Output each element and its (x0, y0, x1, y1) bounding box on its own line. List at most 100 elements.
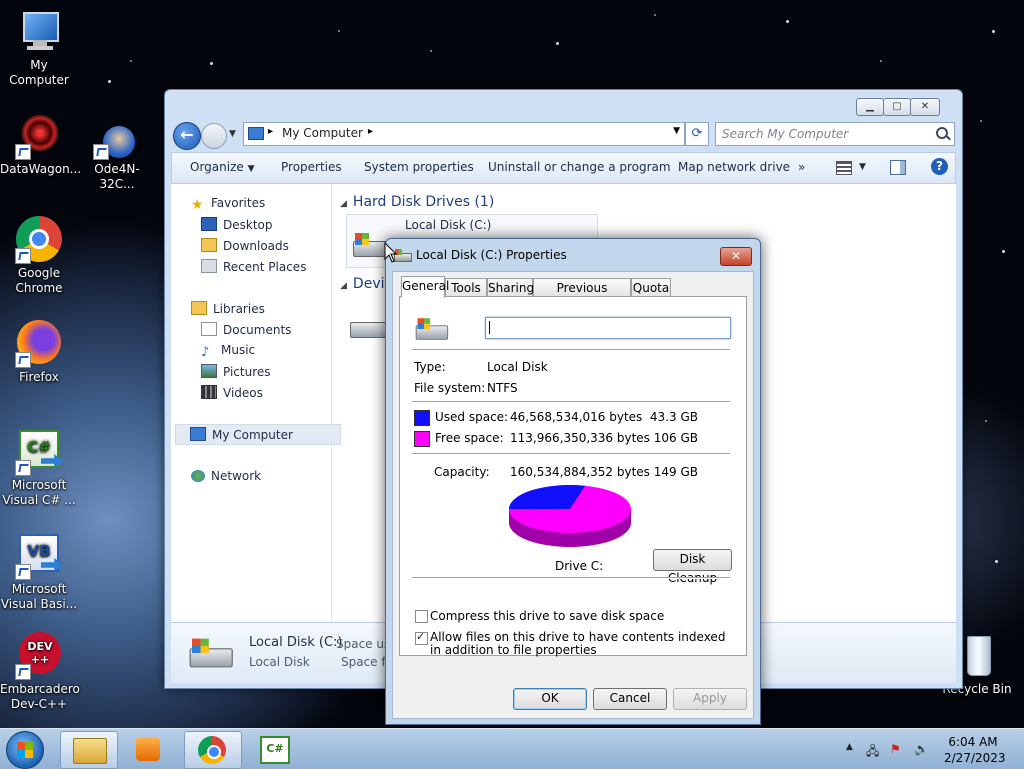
close-button[interactable]: ✕ (910, 98, 940, 116)
media-player-icon (136, 737, 160, 761)
desktop-icon-devcpp[interactable]: DEV ++ Embarcadero Dev-C++ (0, 632, 80, 712)
clock-date: 2/27/2023 (944, 751, 1006, 765)
taskbar-media-player-button[interactable] (122, 731, 178, 767)
nav-desktop[interactable]: Desktop (201, 217, 273, 232)
file-system-label: File system: (414, 381, 486, 395)
index-label[interactable]: Allow files on this drive to have conten… (430, 631, 735, 657)
nav-recent-places[interactable]: Recent Places (201, 259, 306, 274)
properties-dialog[interactable]: Local Disk (C:) Properties ✕ General Too… (385, 238, 761, 725)
general-tab-page: Type: Local Disk File system: NTFS Used … (399, 296, 747, 657)
nav-downloads[interactable]: Downloads (201, 238, 289, 253)
cancel-button[interactable]: Cancel (593, 688, 667, 710)
minimize-button[interactable]: ▁ (856, 98, 884, 116)
help-icon[interactable]: ? (931, 158, 948, 175)
organize-menu[interactable]: Organize ▼ (190, 160, 255, 174)
dialog-title: Local Disk (C:) Properties (416, 248, 567, 262)
computer-icon (248, 127, 264, 140)
videos-icon (201, 385, 217, 399)
desktop-icon-visual-csharp[interactable]: C# Microsoft Visual C# ... (0, 428, 78, 508)
compress-label[interactable]: Compress this drive to save disk space (430, 609, 664, 623)
tab-tools[interactable]: Tools (445, 278, 487, 297)
minimize-icon: ▁ (866, 101, 874, 112)
back-button[interactable]: ← (173, 122, 201, 150)
compress-checkbox[interactable] (415, 610, 428, 623)
nav-libraries[interactable]: Libraries (191, 301, 265, 316)
used-space-label: Used space: (435, 410, 509, 424)
close-icon: ✕ (730, 249, 742, 263)
nav-network[interactable]: Network (191, 469, 261, 483)
start-button[interactable] (6, 731, 44, 769)
properties-button[interactable]: Properties (281, 160, 342, 174)
address-path[interactable]: My Computer (282, 126, 363, 140)
map-network-drive-button[interactable]: Map network drive (678, 160, 790, 174)
search-input[interactable]: Search My Computer (715, 122, 955, 146)
search-icon[interactable] (936, 127, 948, 139)
desktop-icon-google-chrome[interactable]: Google Chrome (0, 216, 78, 296)
tab-quota[interactable]: Quota (631, 278, 671, 297)
chevron-right-icon[interactable]: ▸ (268, 126, 273, 137)
chrome-icon (15, 216, 63, 264)
free-space-gb: 106 GB (653, 431, 698, 445)
drive-letter-label: Drive C: (555, 559, 604, 573)
index-checkbox[interactable] (415, 630, 428, 645)
more-commands-button[interactable]: » (798, 160, 805, 174)
nav-label: Downloads (223, 239, 289, 253)
desktop-icon-ode[interactable]: Ode4N-32C... (78, 126, 156, 192)
preview-pane-icon[interactable] (890, 160, 906, 175)
show-hidden-icons-button[interactable]: ▲ (846, 742, 853, 752)
system-clock[interactable]: 6:04 AM 2/27/2023 (944, 734, 1006, 766)
taskbar-explorer-button[interactable] (60, 731, 118, 769)
nav-favorites[interactable]: ★ Favorites (191, 196, 265, 213)
nav-label: Pictures (223, 365, 271, 379)
drive-name-input[interactable] (485, 317, 731, 339)
drive-tile-label: Local Disk (C:) (405, 218, 492, 232)
tab-general[interactable]: General (401, 276, 449, 298)
mouse-cursor-icon (384, 242, 398, 263)
volume-icon[interactable]: 🔈 (914, 742, 929, 756)
taskbar-chrome-button[interactable] (184, 731, 242, 769)
disk-cleanup-button[interactable]: Disk Cleanup (653, 549, 732, 585)
uninstall-program-button[interactable]: Uninstall or change a program (488, 160, 671, 174)
tab-previous-versions[interactable]: Previous Versions (533, 278, 631, 313)
change-view-icon[interactable] (836, 161, 852, 175)
group-devices[interactable]: ◢ Devi (340, 276, 385, 292)
tab-sharing[interactable]: Sharing (487, 278, 534, 297)
nav-music[interactable]: ♪ Music (201, 343, 255, 359)
taskbar-visual-csharp-button[interactable]: C# (246, 731, 302, 767)
free-space-label: Free space: (435, 431, 504, 445)
system-properties-button[interactable]: System properties (364, 160, 474, 174)
maximize-button[interactable]: ▢ (883, 98, 911, 116)
desktop-icon-datawagon[interactable]: DataWagon... (0, 112, 81, 177)
network-tray-icon[interactable]: 🖧 (866, 742, 879, 763)
view-options-dropdown[interactable]: ▼ (859, 162, 866, 172)
recent-pages-dropdown[interactable]: ▼ (229, 129, 236, 139)
nav-documents[interactable]: Documents (201, 322, 291, 337)
used-space-color-swatch (414, 410, 430, 426)
desktop-icon-visual-basic[interactable]: VB Microsoft Visual Basi... (0, 532, 78, 612)
details-space-free: Space fr (341, 655, 391, 669)
nav-videos[interactable]: Videos (201, 385, 263, 400)
refresh-button[interactable]: ⟳ (685, 122, 709, 146)
nav-my-computer[interactable]: My Computer (175, 424, 341, 445)
forward-button[interactable] (201, 123, 227, 149)
music-icon: ♪ (201, 345, 210, 360)
maximize-icon: ▢ (892, 101, 902, 112)
nav-pictures[interactable]: Pictures (201, 364, 271, 379)
action-center-icon[interactable]: ⚑ (890, 742, 901, 756)
collapse-icon: ◢ (340, 199, 347, 209)
desktop-icon-my-computer[interactable]: My Computer (0, 8, 78, 88)
type-value: Local Disk (487, 360, 548, 374)
chevron-right-icon[interactable]: ▸ (368, 126, 373, 137)
dialog-close-button[interactable]: ✕ (720, 247, 752, 266)
explorer-titlebar[interactable] (165, 90, 962, 118)
desktop-icon-firefox[interactable]: Firefox (0, 320, 78, 385)
apply-button[interactable]: Apply (673, 688, 747, 710)
address-bar[interactable]: ▸ My Computer ▸ ▼ (243, 122, 685, 146)
desktop-icon-label: Microsoft Visual Basi... (0, 582, 78, 611)
details-name: Local Disk (C:) (249, 635, 343, 650)
dvd-drive-icon[interactable] (350, 314, 386, 338)
group-hard-disk-drives[interactable]: ◢ Hard Disk Drives (1) (340, 194, 494, 210)
ok-button[interactable]: OK (513, 688, 587, 710)
desktop-icon-label: My Computer (9, 58, 69, 87)
address-dropdown-icon[interactable]: ▼ (673, 126, 680, 136)
